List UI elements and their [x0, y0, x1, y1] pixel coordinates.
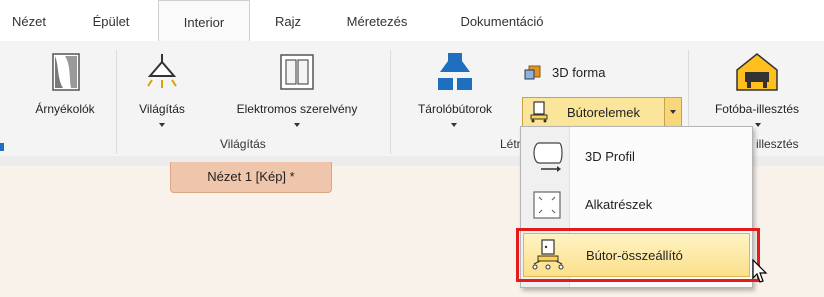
- tab-rajz[interactable]: Rajz: [268, 0, 308, 41]
- tab-dokumentacio[interactable]: Dokumentáció: [444, 0, 560, 41]
- room-photo-icon: [736, 53, 778, 91]
- document-tab[interactable]: Nézet 1 [Kép] *: [170, 162, 332, 193]
- elektromos-label: Elektromos szerelvény: [236, 102, 358, 116]
- tab-interior[interactable]: Interior: [158, 0, 250, 42]
- tab-epulet[interactable]: Épület: [84, 0, 138, 41]
- tab-nezet[interactable]: Nézet: [4, 0, 54, 41]
- furniture-elements-icon: [530, 101, 548, 123]
- curtain-icon: [52, 53, 80, 91]
- chevron-down-icon[interactable]: [159, 123, 165, 127]
- menu-item-label: 3D Profil: [585, 149, 635, 164]
- group-label-illesztes: illesztés: [756, 137, 799, 151]
- tab-meretezes[interactable]: Méretezés: [336, 0, 418, 41]
- tarolobutorok-label: Tárolóbútorok: [417, 102, 493, 116]
- 3d-forma-label: 3D forma: [552, 65, 606, 80]
- tarolobutorok-button[interactable]: Tárolóbútorok: [396, 52, 514, 116]
- elektromos-szerelveny-button[interactable]: Elektromos szerelvény: [214, 52, 380, 116]
- chevron-down-icon[interactable]: [755, 123, 761, 127]
- group-label-letrehozas: Létr: [500, 137, 521, 151]
- butorelemek-label: Bútorelemek: [567, 105, 640, 120]
- menu-item-label: Alkatrészek: [585, 197, 653, 212]
- chevron-down-icon[interactable]: [451, 123, 457, 127]
- menu-item-alkatreszek[interactable]: Alkatrészek: [523, 183, 750, 227]
- 3d-shape-icon: [524, 65, 541, 80]
- cabinet-icon: [438, 53, 472, 90]
- group-separator: [390, 50, 391, 154]
- chevron-down-icon[interactable]: [294, 123, 300, 127]
- arnyekolok-label: Árnyékolók: [35, 102, 95, 116]
- arnyekolok-button[interactable]: Árnyékolók: [20, 52, 110, 116]
- fotoba-illesztes-button[interactable]: Fotóba-illesztés: [696, 52, 818, 116]
- 3d-profile-icon: [533, 142, 563, 172]
- vilagitas-label: Világítás: [139, 102, 185, 116]
- vilagitas-button[interactable]: Világítás: [124, 52, 200, 116]
- highlight-frame: [516, 228, 760, 282]
- switch-icon: [280, 54, 314, 90]
- group-launcher-mark: [0, 143, 4, 151]
- mouse-cursor-icon: [752, 259, 768, 283]
- ceiling-lamp-icon: [147, 54, 177, 88]
- group-label-vilagitas: Világítás: [220, 137, 266, 151]
- menu-item-3d-profil[interactable]: 3D Profil: [523, 135, 750, 179]
- 3d-forma-button[interactable]: 3D forma: [524, 63, 624, 83]
- fotoba-label: Fotóba-illesztés: [714, 102, 800, 116]
- parts-icon: [533, 191, 561, 219]
- butorelemek-split-button[interactable]: Bútorelemek: [522, 97, 682, 127]
- group-separator: [116, 50, 117, 154]
- ribbon-tab-strip: Nézet Épület Interior Rajz Méretezés Dok…: [0, 0, 824, 42]
- split-dropdown-arrow[interactable]: [664, 98, 681, 126]
- chevron-down-icon: [670, 110, 676, 114]
